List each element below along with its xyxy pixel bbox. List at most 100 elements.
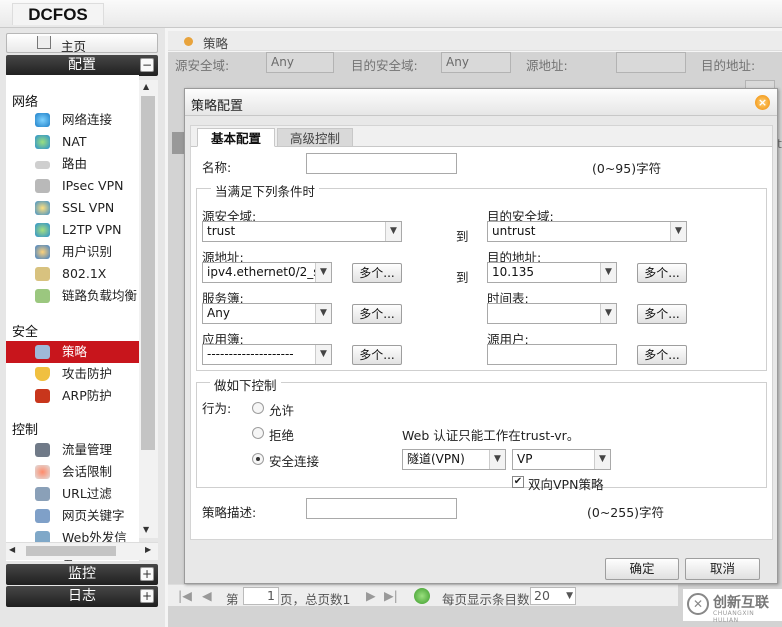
collapse-icon[interactable]: − xyxy=(140,58,154,72)
dialog-title-bar[interactable]: 策略配置 × xyxy=(185,89,777,116)
expand-icon[interactable]: + xyxy=(140,567,154,581)
nav-list: 网络 网络连接 NAT 路由 IPsec VPN SSL VPN L2TP VP… xyxy=(6,75,139,561)
scroll-left-arrow-icon[interactable]: ◀ xyxy=(9,545,15,554)
nav-item-l2tp-vpn[interactable]: L2TP VPN xyxy=(6,219,139,241)
nav-item-arp-defense[interactable]: ARP防护 xyxy=(6,385,139,407)
expand-icon[interactable]: + xyxy=(140,589,154,603)
nav-item-policy[interactable]: 策略 xyxy=(6,341,139,363)
breadcrumb-label: 策略 xyxy=(203,36,229,51)
nav-hscroll-thumb[interactable] xyxy=(26,546,116,556)
page-prefix: 第 xyxy=(226,592,239,607)
cancel-button[interactable]: 取消 xyxy=(685,558,760,580)
home-label: 主页 xyxy=(61,39,87,54)
chevron-down-icon: ▼ xyxy=(670,222,686,241)
dialog-body: 基本配置 高级控制 名称: (0~95)字符 当满足下列条件时 源安全域: tr… xyxy=(190,125,773,540)
nav-item-user-identify[interactable]: 用户识别 xyxy=(6,241,139,263)
scroll-up-arrow-icon[interactable]: ▲ xyxy=(143,82,149,91)
dst-addr-more-button[interactable]: 多个... xyxy=(637,263,687,283)
bidirectional-vpn-checkbox[interactable]: ✔ xyxy=(512,476,524,488)
next-page-icon[interactable]: ▶ xyxy=(366,588,376,603)
action-allow-radio[interactable] xyxy=(252,402,264,414)
name-input[interactable] xyxy=(306,153,457,174)
action-deny-label[interactable]: 拒绝 xyxy=(269,425,294,444)
action-secure-radio[interactable] xyxy=(252,453,264,465)
chevron-down-icon: ▼ xyxy=(315,345,331,364)
last-page-icon[interactable]: ▶| xyxy=(384,588,398,603)
chevron-down-icon: ▼ xyxy=(566,591,573,601)
page-input[interactable]: 1 xyxy=(243,587,279,605)
name-hint: (0~95)字符 xyxy=(592,161,662,176)
service-select[interactable]: Any ▼ xyxy=(202,303,332,324)
watermark-sub: CHUANGXIN HULIAN xyxy=(713,610,755,624)
top-bar xyxy=(0,0,782,28)
user-identify-icon xyxy=(35,245,50,259)
nav-item-traffic-management[interactable]: 流量管理 xyxy=(6,439,139,461)
tab-basic-config[interactable]: 基本配置 xyxy=(197,128,275,147)
action-allow-label[interactable]: 允许 xyxy=(269,400,294,419)
src-addr-select[interactable]: ipv4.ethernet0/2_su ▼ xyxy=(202,262,332,283)
watermark-brand: 创新互联 xyxy=(713,595,769,611)
desc-label: 策略描述: xyxy=(202,505,257,520)
schedule-more-button[interactable]: 多个... xyxy=(637,304,687,324)
bidirectional-vpn-label[interactable]: 双向VPN策略 xyxy=(528,474,603,493)
breadcrumb-dot-icon xyxy=(184,37,193,46)
desc-hint: (0~255)字符 xyxy=(587,505,665,520)
src-user-input[interactable] xyxy=(487,344,617,365)
l2tp-icon xyxy=(35,223,50,237)
action-label: 行为: xyxy=(202,401,232,416)
action-legend: 做如下控制 xyxy=(210,375,281,394)
log-section-header[interactable]: 日志 + xyxy=(6,586,158,607)
nav-item-attack-defense[interactable]: 攻击防护 xyxy=(6,363,139,385)
web-auth-note: Web 认证只能工作在trust-vr。 xyxy=(402,428,580,443)
url-filter-icon xyxy=(35,487,50,501)
policy-config-dialog: 策略配置 × 基本配置 高级控制 名称: (0~95)字符 当满足下列条件时 源… xyxy=(184,88,778,584)
breadcrumb: 策略 xyxy=(168,31,782,51)
desc-input[interactable] xyxy=(306,498,457,519)
schedule-select[interactable]: ▼ xyxy=(487,303,617,324)
close-icon[interactable]: × xyxy=(755,95,770,110)
src-addr-more-button[interactable]: 多个... xyxy=(352,263,402,283)
prev-page-icon[interactable]: ◀ xyxy=(202,588,212,603)
monitor-section-header[interactable]: 监控 + xyxy=(6,564,158,585)
per-page-label: 每页显示条目数 xyxy=(442,592,530,607)
dst-zone-select[interactable]: untrust ▼ xyxy=(487,221,687,242)
nav-item-nat[interactable]: NAT xyxy=(6,131,139,153)
tunnel-select[interactable]: 隧道(VPN) ▼ xyxy=(402,449,506,470)
monitor-label: 监控 xyxy=(68,566,96,582)
action-deny-radio[interactable] xyxy=(252,427,264,439)
app-select[interactable]: -------------------- ▼ xyxy=(202,344,332,365)
nav-item-ipsec-vpn[interactable]: IPsec VPN xyxy=(6,175,139,197)
dialog-tabs: 基本配置 高级控制 xyxy=(191,126,772,147)
log-label: 日志 xyxy=(68,588,96,604)
nav-item-routing[interactable]: 路由 xyxy=(6,153,139,175)
scroll-right-arrow-icon[interactable]: ▶ xyxy=(145,545,151,554)
nav-item-web-keyword[interactable]: 网页关键字 xyxy=(6,505,139,527)
src-user-more-button[interactable]: 多个... xyxy=(637,345,687,365)
dst-addr-select[interactable]: 10.135 ▼ xyxy=(487,262,617,283)
config-section-header[interactable]: 配置 − xyxy=(6,55,158,76)
app-more-button[interactable]: 多个... xyxy=(352,345,402,365)
per-page-select[interactable]: 20 ▼ xyxy=(530,587,576,605)
nav-item-link-load-balance[interactable]: 链路负载均衡 xyxy=(6,285,139,307)
refresh-icon[interactable] xyxy=(414,588,430,604)
nav-item-ssl-vpn[interactable]: SSL VPN xyxy=(6,197,139,219)
to-label: 到 xyxy=(456,229,469,244)
ok-button[interactable]: 确定 xyxy=(605,558,679,580)
src-zone-select[interactable]: trust ▼ xyxy=(202,221,402,242)
first-page-icon[interactable]: |◀ xyxy=(178,588,192,603)
keyword-icon xyxy=(35,509,50,523)
vpn-select[interactable]: VP ▼ xyxy=(512,449,611,470)
nav-scroll-thumb[interactable] xyxy=(141,96,155,450)
nav-item-8021x[interactable]: 802.1X xyxy=(6,263,139,285)
scroll-down-arrow-icon[interactable]: ▼ xyxy=(143,525,149,534)
action-secure-label[interactable]: 安全连接 xyxy=(269,451,319,470)
nav-item-url-filter[interactable]: URL过滤 xyxy=(6,483,139,505)
chevron-down-icon: ▼ xyxy=(594,450,610,469)
nav-item-session-limit[interactable]: 会话限制 xyxy=(6,461,139,483)
chevron-down-icon: ▼ xyxy=(315,304,331,323)
service-more-button[interactable]: 多个... xyxy=(352,304,402,324)
home-menu-item[interactable]: 主页 xyxy=(6,33,158,54)
nav-item-network-connection[interactable]: 网络连接 xyxy=(6,109,139,131)
load-balance-icon xyxy=(35,289,50,303)
tab-advanced-control[interactable]: 高级控制 xyxy=(277,128,353,147)
